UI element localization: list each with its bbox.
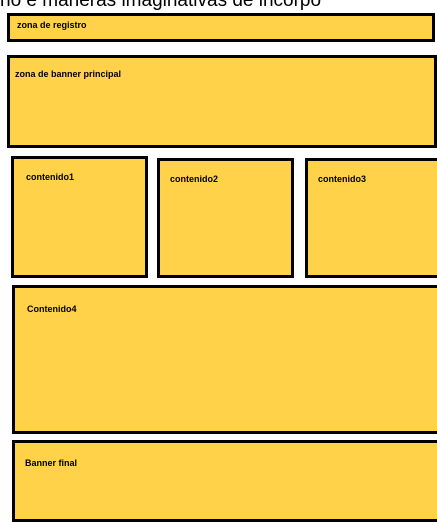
banner-final-label: Banner final bbox=[25, 458, 78, 468]
contenido4-box: Contenido4 bbox=[12, 285, 437, 434]
contenido2-box: contenido2 bbox=[157, 158, 294, 278]
contenido2-label: contenido2 bbox=[170, 174, 219, 184]
contenido1-box: contenido1 bbox=[11, 156, 148, 278]
zona-registro-box: zona de registro bbox=[7, 13, 435, 42]
top-caption-text: ño e maneras imaginativas de incorpo bbox=[0, 0, 437, 10]
contenido1-label: contenido1 bbox=[26, 172, 75, 182]
banner-final-box: Banner final bbox=[12, 440, 437, 522]
contenido3-box: contenido3 bbox=[305, 158, 437, 278]
zona-banner-principal-box: zona de banner principal bbox=[7, 55, 437, 148]
contenido3-label: contenido3 bbox=[318, 174, 367, 184]
zona-registro-label: zona de registro bbox=[17, 20, 87, 30]
contenido4-label: Contenido4 bbox=[27, 304, 77, 314]
zona-banner-principal-label: zona de banner principal bbox=[15, 69, 122, 79]
